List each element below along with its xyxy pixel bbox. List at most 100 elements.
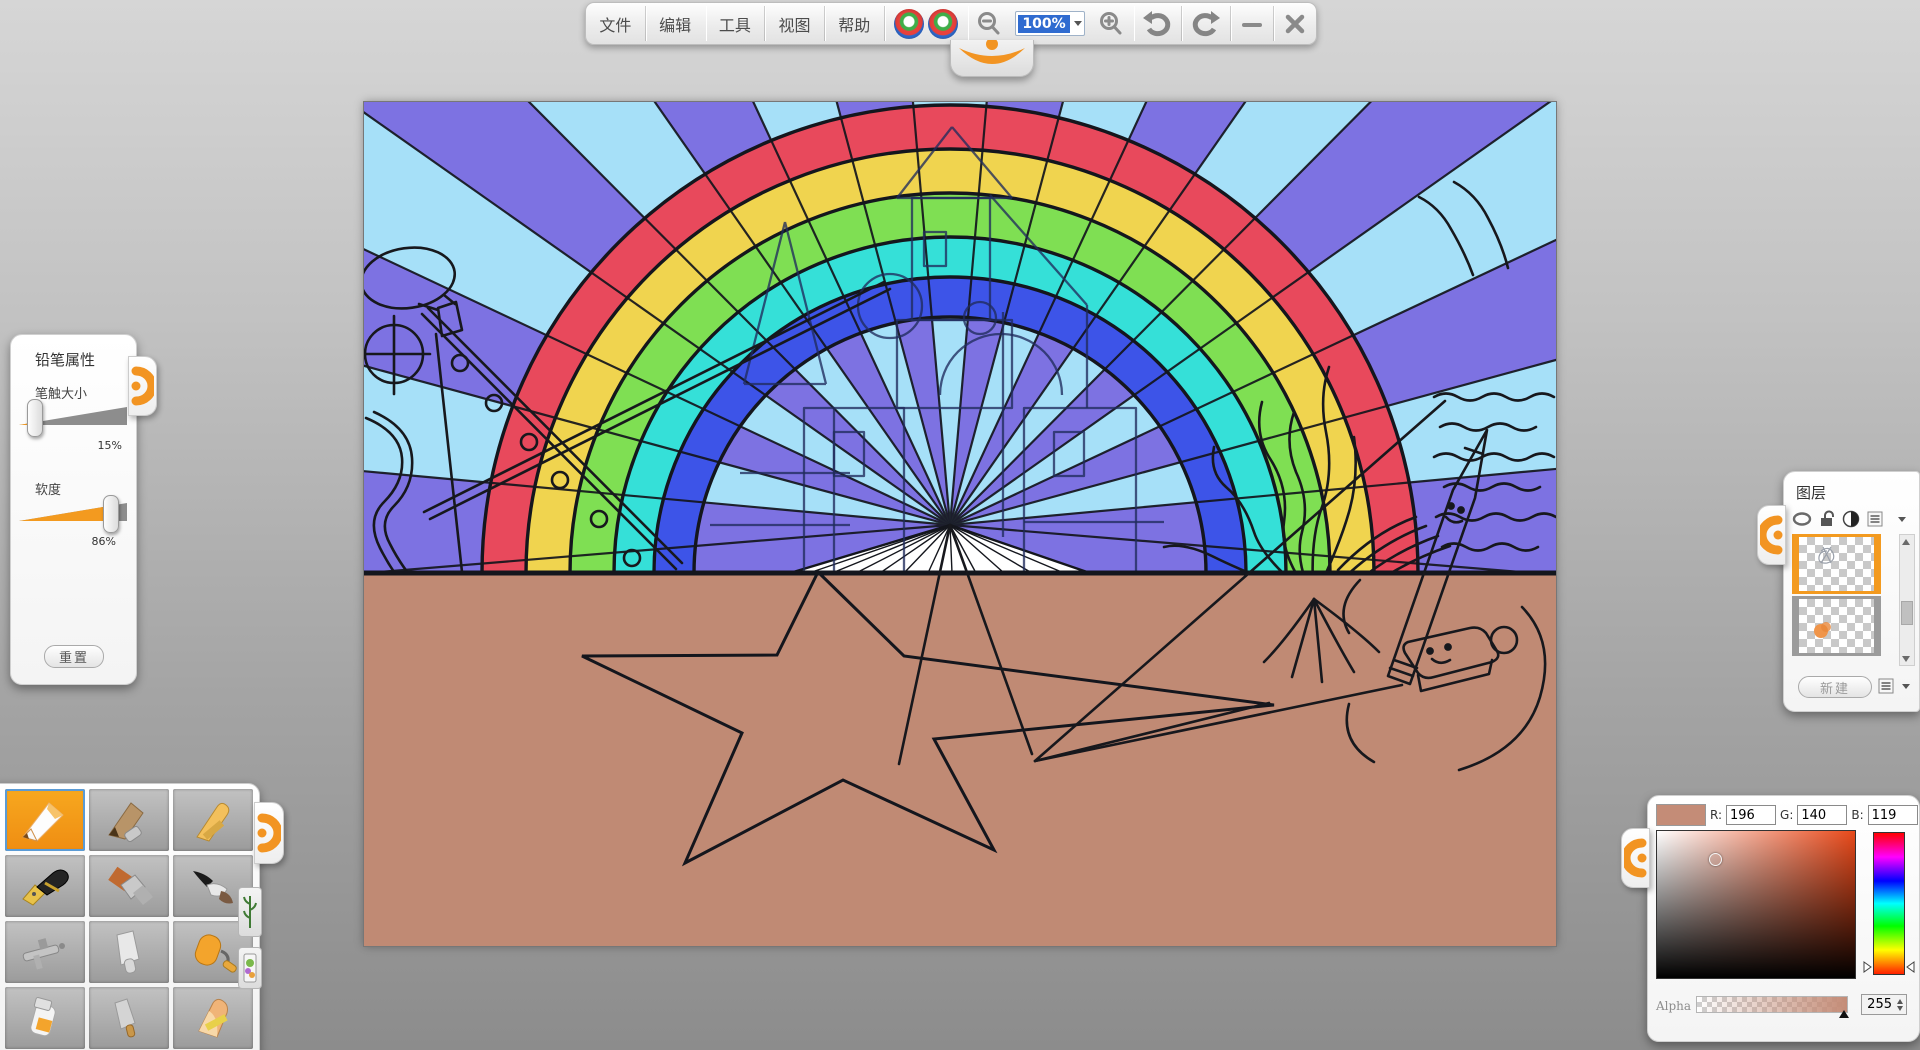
brush-size-value: 15% (98, 439, 122, 452)
panel-title: 铅笔属性 (35, 349, 95, 370)
rgb-row: R: G: B: (1656, 804, 1918, 826)
zoom-in-button[interactable] (1089, 3, 1133, 44)
scrollbar-thumb[interactable] (1901, 601, 1913, 625)
tool-fountain-pen[interactable] (5, 855, 85, 917)
tool-grid (5, 789, 253, 1049)
tool-crayon[interactable] (173, 789, 253, 851)
softness-thumb[interactable] (103, 495, 119, 533)
alpha-spinner[interactable] (1897, 999, 1903, 1011)
tool-paint-tube[interactable] (5, 987, 85, 1049)
menu-edit[interactable]: 编辑 (646, 3, 705, 44)
redo-button[interactable] (1182, 3, 1230, 44)
tool-pencil[interactable] (5, 789, 85, 851)
reset-button[interactable]: 重置 (44, 645, 104, 668)
orange-crescent-icon (131, 363, 154, 409)
tool-eraser[interactable] (173, 987, 253, 1049)
visibility-ellipse-icon[interactable] (1792, 511, 1812, 527)
current-color-swatch (1656, 804, 1706, 826)
alpha-label: Alpha (1656, 999, 1691, 1013)
menu-tools[interactable]: 工具 (705, 3, 764, 44)
scroll-up-button[interactable] (1900, 535, 1912, 548)
undo-button[interactable] (1133, 3, 1181, 44)
new-layer-button[interactable]: 新建 (1798, 676, 1872, 698)
layers-panel: 图层 新建 (1783, 471, 1920, 712)
main-toolbar: 文件 编辑 工具 视图 帮助 100% (585, 2, 1317, 45)
b-label: B: (1851, 808, 1863, 822)
clown-mouth-icon (951, 40, 1033, 76)
canvas-artwork (364, 102, 1556, 946)
layer-2-preview (1799, 599, 1874, 653)
layer-scrollbar[interactable] (1899, 534, 1915, 666)
zoom-level-combo[interactable]: 100% (1015, 11, 1084, 36)
brush-size-label: 笔触大小 (35, 383, 87, 402)
g-input[interactable] (1797, 805, 1847, 825)
menu-help[interactable]: 帮助 (825, 3, 884, 44)
clown-mascot-tab[interactable] (950, 40, 1034, 77)
panel-title: 图层 (1796, 482, 1826, 503)
softness-label: 软度 (35, 479, 61, 498)
layers-panel-handle[interactable] (1757, 505, 1786, 565)
tool-palette-handle[interactable] (254, 802, 284, 864)
layer-toolbar (1792, 510, 1906, 528)
brush-size-thumb[interactable] (27, 399, 43, 437)
color-cursor[interactable] (1709, 853, 1722, 866)
g-label: G: (1780, 808, 1793, 822)
color-picker-handle[interactable] (1621, 828, 1650, 888)
spinner-up-icon[interactable] (1897, 999, 1903, 1004)
pencil-panel-handle[interactable] (128, 356, 157, 416)
zoom-out-icon (976, 11, 1002, 37)
sticker-icon (243, 953, 257, 983)
r-input[interactable] (1726, 805, 1776, 825)
redo-icon (1191, 10, 1221, 38)
clown-left-eye-icon (894, 9, 924, 39)
tool-palette-panel (0, 783, 260, 1050)
hue-bar[interactable] (1873, 832, 1905, 975)
undo-icon (1142, 10, 1172, 38)
close-icon (1283, 12, 1307, 36)
plant-stamp-button[interactable] (238, 887, 262, 937)
chevron-down-icon[interactable] (1074, 21, 1082, 26)
layer-menu-icon[interactable] (1867, 511, 1887, 527)
minimize-icon (1240, 12, 1264, 36)
plant-icon (243, 892, 257, 932)
unlock-icon[interactable] (1819, 510, 1835, 528)
alpha-input[interactable] (1862, 996, 1894, 1013)
saturation-value-square[interactable] (1656, 830, 1856, 979)
layer-list (1792, 534, 1895, 664)
ground (364, 573, 1556, 946)
zoom-in-icon (1098, 11, 1124, 37)
chevron-down-icon[interactable] (1898, 517, 1906, 522)
scroll-down-button[interactable] (1900, 652, 1912, 665)
layer-row-1[interactable] (1792, 534, 1881, 594)
up-arrow-icon (1902, 539, 1910, 545)
layer-row-2[interactable] (1792, 596, 1881, 656)
softness-value: 86% (92, 535, 116, 548)
down-arrow-icon (1902, 656, 1910, 662)
close-button[interactable] (1274, 3, 1316, 44)
opacity-halfmoon-icon[interactable] (1842, 510, 1860, 528)
b-input[interactable] (1868, 805, 1918, 825)
tool-palette-knife[interactable] (89, 921, 169, 983)
zoom-level-value[interactable]: 100% (1018, 15, 1069, 33)
layer-options[interactable] (1878, 678, 1910, 694)
zoom-out-button[interactable] (967, 3, 1011, 44)
tool-flat-brush[interactable] (89, 855, 169, 917)
minimize-button[interactable] (1231, 3, 1273, 44)
spinner-down-icon[interactable] (1897, 1006, 1903, 1011)
hue-marker-left-icon[interactable] (1863, 961, 1872, 973)
orange-crescent-icon (257, 809, 281, 857)
drawing-canvas[interactable] (364, 102, 1556, 946)
hue-marker-right-icon[interactable] (1906, 961, 1915, 973)
tool-wood-pencil[interactable] (89, 789, 169, 851)
clown-right-eye-icon (928, 9, 958, 39)
alpha-marker[interactable] (1839, 1010, 1849, 1018)
alpha-value-box (1861, 994, 1907, 1015)
menu-file[interactable]: 文件 (586, 3, 645, 44)
sticker-stamp-button[interactable] (238, 947, 262, 989)
tool-airbrush[interactable] (5, 921, 85, 983)
menu-view[interactable]: 视图 (765, 3, 824, 44)
orange-crescent-icon (1624, 835, 1647, 881)
color-picker-panel: R: G: B: Alpha (1647, 795, 1920, 1042)
alpha-slider[interactable] (1696, 996, 1848, 1013)
tool-spatula[interactable] (89, 987, 169, 1049)
